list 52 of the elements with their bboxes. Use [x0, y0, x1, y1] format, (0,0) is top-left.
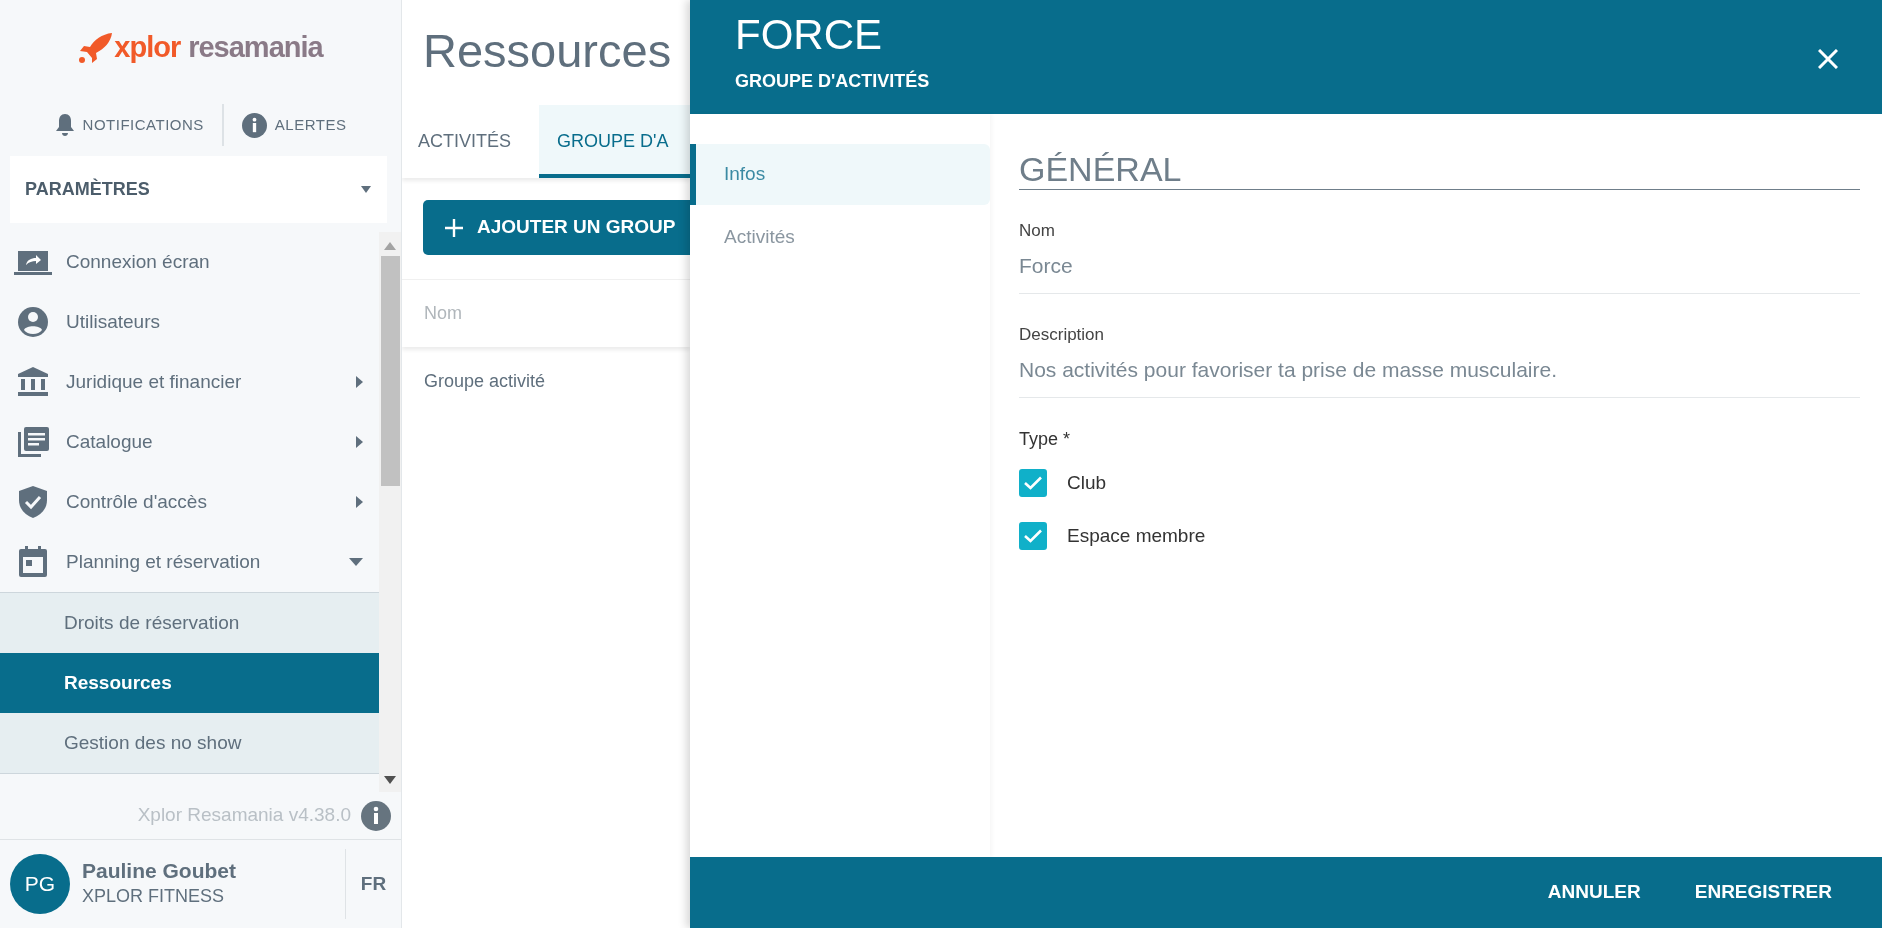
section-heading: GÉNÉRAL: [1019, 150, 1860, 191]
submenu-item[interactable]: Gestion des no show: [0, 713, 379, 773]
check-icon: [1024, 476, 1042, 491]
add-group-button[interactable]: AJOUTER UN GROUP: [423, 200, 690, 255]
page-title: Ressources: [422, 23, 673, 79]
checkbox[interactable]: [1019, 521, 1047, 550]
menu-item[interactable]: Planning et réservation: [0, 532, 379, 592]
submenu-item[interactable]: Droits de réservation: [0, 593, 379, 653]
rocket-icon: [78, 31, 115, 64]
tab[interactable]: GROUPE D'A: [539, 105, 690, 178]
column-header: Nom: [424, 302, 462, 325]
logo-wordmark: xplor: [114, 29, 181, 65]
scroll-down-arrow-icon[interactable]: [384, 776, 396, 784]
check-icon: [1024, 528, 1042, 543]
checkbox-label: Club: [1067, 471, 1107, 496]
menu-item[interactable]: Connexion écran: [0, 232, 379, 292]
table-cell-text: Groupe activité: [424, 369, 546, 393]
field-label: Description: [1019, 324, 1106, 347]
version-text: Xplor Resamania v4.38.0: [137, 803, 351, 828]
scrollbar[interactable]: [379, 232, 401, 792]
panel-subtitle: GROUPE D'ACTIVITÉS: [735, 69, 930, 94]
nav-item[interactable]: Activités: [690, 207, 990, 268]
nav-item[interactable]: Infos: [690, 144, 990, 205]
panel-title: FORCE: [735, 12, 883, 59]
info-icon[interactable]: [361, 800, 391, 831]
section-dropdown[interactable]: PARAMÈTRES: [10, 156, 387, 223]
menu-item[interactable]: Juridique et financier: [0, 352, 379, 412]
tab[interactable]: ACTIVITÉS: [402, 105, 539, 178]
checkbox[interactable]: [1019, 469, 1047, 498]
field-label: Nom: [1019, 220, 1056, 243]
menu-item[interactable]: Utilisateurs: [0, 292, 379, 352]
plus-icon: [445, 218, 463, 237]
menu-item[interactable]: Contrôle d'accès: [0, 472, 379, 532]
caret-icon: [361, 186, 371, 193]
text-field[interactable]: Nos activités pour favoriser ta prise de masse musculaire.: [1019, 347, 1860, 399]
logo-product-name: resamania: [188, 29, 323, 65]
company-name: XPLOR FITNESS: [82, 885, 226, 909]
save-button[interactable]: ENREGISTRER: [1682, 870, 1844, 915]
submenu-item[interactable]: Ressources: [0, 653, 379, 713]
alerts-button[interactable]: ALERTES: [223, 112, 365, 138]
field-label: Type *: [1019, 428, 1072, 452]
text-field[interactable]: Force: [1019, 243, 1860, 295]
info-icon: [241, 112, 267, 138]
language-button[interactable]: FR: [345, 849, 401, 919]
cancel-button[interactable]: ANNULER: [1535, 870, 1653, 915]
scroll-up-arrow-icon[interactable]: [384, 242, 396, 250]
user-name: Pauline Goubet: [82, 857, 236, 884]
user-avatar[interactable]: PG: [10, 854, 70, 914]
bell-icon: [54, 113, 75, 137]
checkbox-label: Espace membre: [1067, 523, 1206, 548]
menu-item[interactable]: Catalogue: [0, 412, 379, 472]
notifications-button[interactable]: NOTIFICATIONS: [36, 113, 222, 137]
